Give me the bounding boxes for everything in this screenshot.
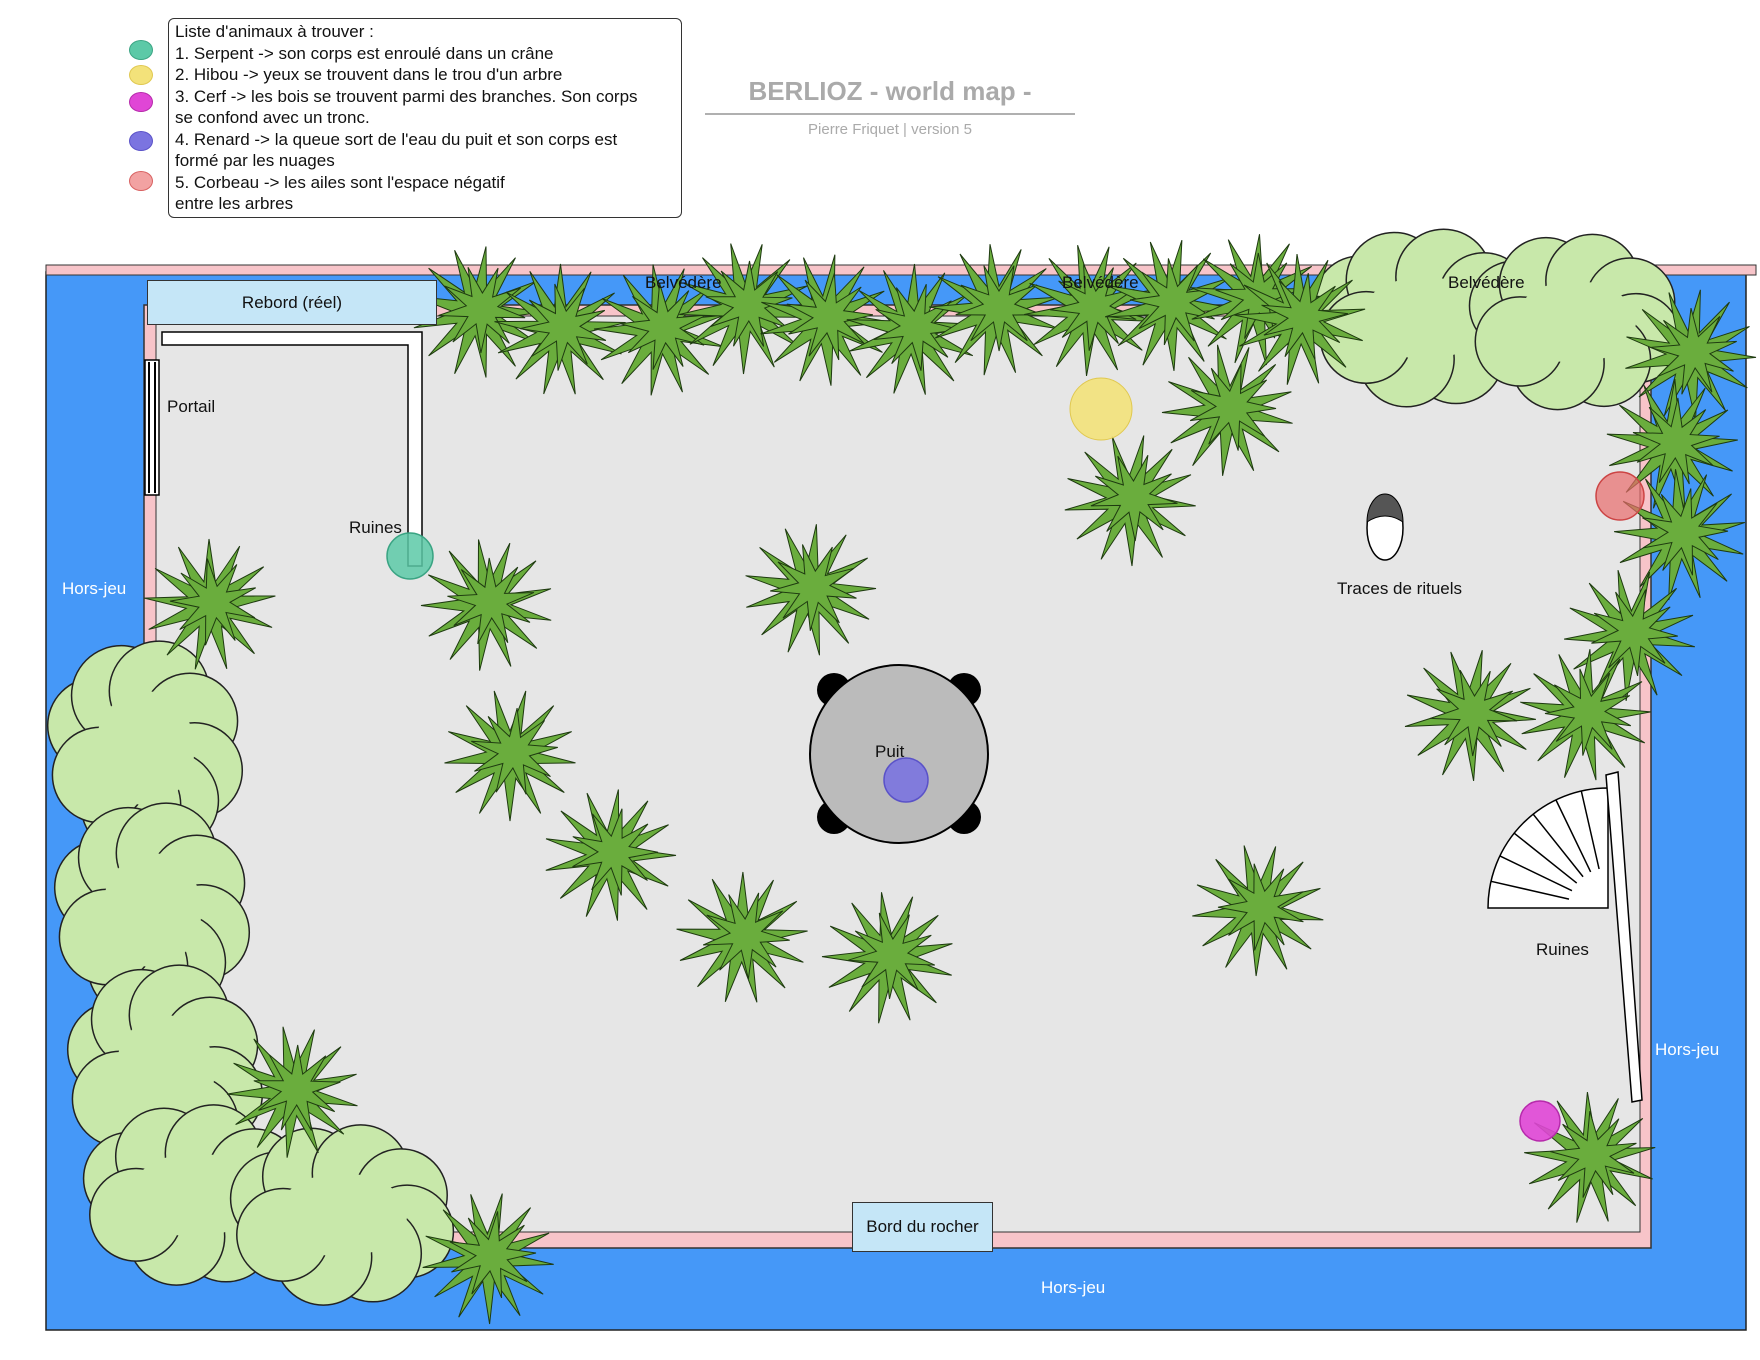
- ruines-left-label: Ruines: [349, 518, 402, 537]
- legend-marker-serpent: [129, 40, 153, 60]
- page-subtitle: Pierre Friquet | version 5: [808, 121, 972, 138]
- legend-line: entre les arbres: [175, 194, 294, 213]
- ritual-traces-icon: [1366, 493, 1404, 561]
- legend-heading: Liste d'animaux à trouver :: [175, 22, 374, 41]
- fox-marker: [883, 757, 929, 803]
- puit-label: Puit: [875, 742, 905, 761]
- legend-marker-hibou: [129, 65, 153, 85]
- snake-marker: [386, 532, 434, 580]
- legend-line: se confond avec un tronc.: [175, 108, 370, 127]
- legend-marker-cerf: [129, 92, 153, 112]
- portail-label: Portail: [167, 397, 216, 416]
- crow-marker: [1595, 471, 1645, 521]
- bord-du-rocher-label: Bord du rocher: [852, 1202, 993, 1252]
- title-underline: [705, 113, 1075, 115]
- legend-line: 1. Serpent -> son corps est enroulé dans…: [175, 43, 554, 63]
- legend-line: 3. Cerf -> les bois se trouvent parmi de…: [175, 86, 638, 106]
- legend-line: formé par les nuages: [175, 151, 335, 170]
- legend-marker-renard: [129, 131, 153, 151]
- legend-line: 5. Corbeau -> les ailes sont l'espace né…: [175, 172, 505, 192]
- traces-label: Traces de rituels: [1337, 579, 1463, 598]
- belvedere-label-3: Belvédère: [1448, 273, 1525, 292]
- ruines-right-label: Ruines: [1536, 940, 1589, 959]
- legend-marker-corbeau: [129, 171, 153, 191]
- belvedere-label-1: Belvédère: [645, 273, 722, 292]
- rebord-label: Rebord (réel): [147, 280, 437, 325]
- legend-line: 4. Renard -> la queue sort de l'eau du p…: [175, 129, 618, 149]
- legend-line: 2. Hibou -> yeux se trouvent dans le tro…: [175, 65, 563, 84]
- owl-marker: [1069, 377, 1133, 441]
- hors-jeu-left-label: Hors-jeu: [62, 579, 127, 598]
- hors-jeu-bottom-label: Hors-jeu: [1041, 1278, 1106, 1297]
- animal-legend: Liste d'animaux à trouver : 1. Serpent -…: [168, 18, 682, 218]
- page-title: BERLIOZ - world map -: [748, 76, 1032, 106]
- deer-marker: [1519, 1100, 1561, 1142]
- gate-icon: [144, 359, 160, 496]
- hors-jeu-right-label: Hors-jeu: [1655, 1040, 1720, 1059]
- belvedere-label-2: Belvédère: [1062, 273, 1139, 292]
